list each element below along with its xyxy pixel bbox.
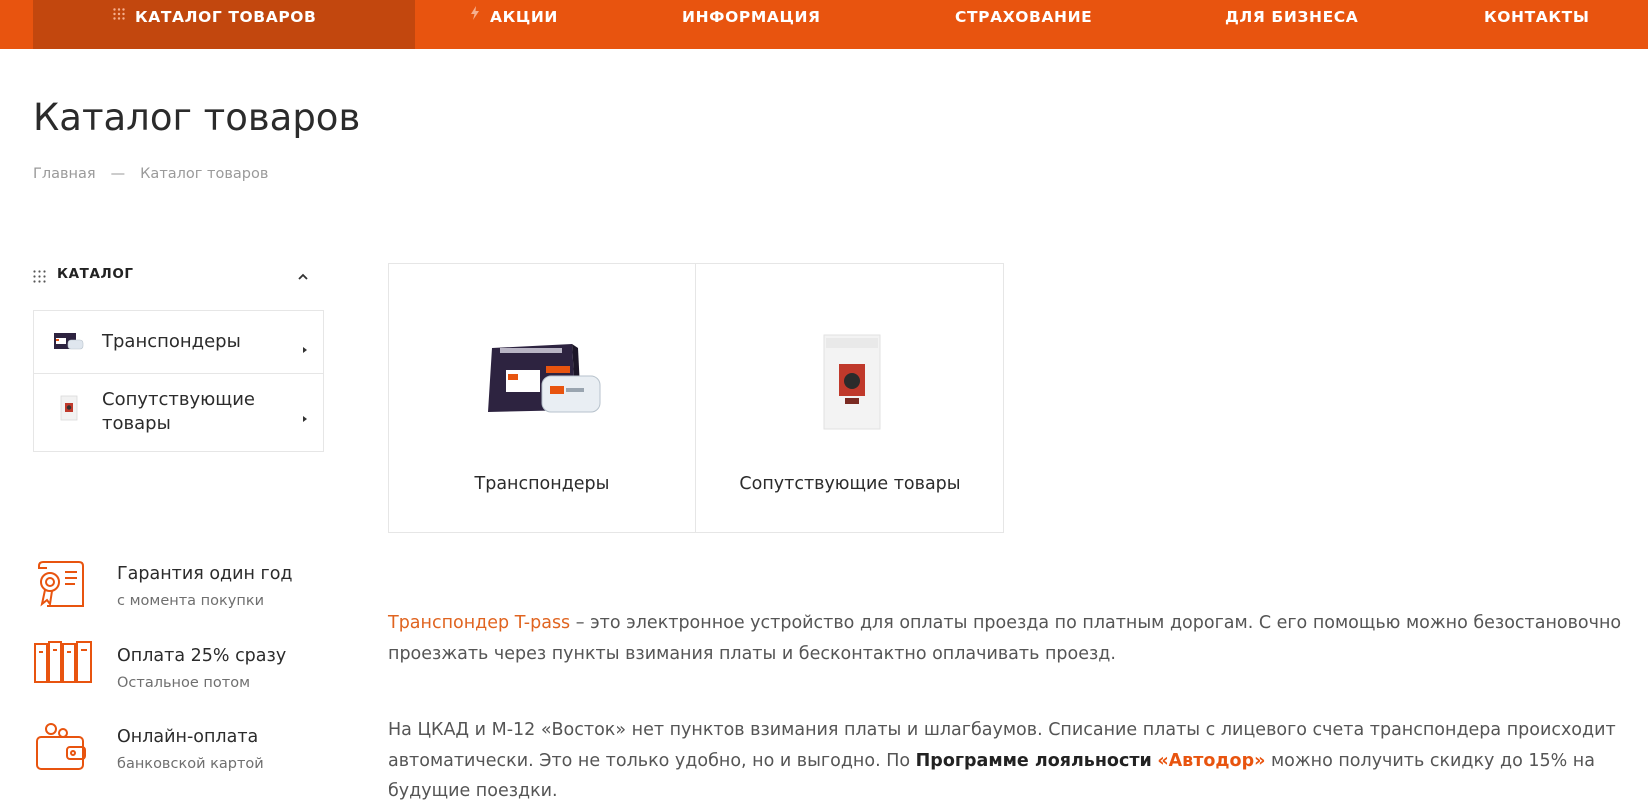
transponder-tpass-link[interactable]: Транспондер T-pass	[388, 613, 570, 633]
description-paragraph-1: Транспондер T-pass – это электронное уст…	[388, 608, 1628, 669]
books-icon	[33, 640, 95, 690]
nav-catalog-label: КАТАЛОГ ТОВАРОВ	[135, 8, 317, 26]
nav-promotions-label: АКЦИИ	[490, 8, 558, 26]
caret-right-icon	[302, 408, 308, 427]
breadcrumb-separator: —	[110, 166, 126, 182]
sidebar-catalog-title: КАТАЛОГ	[57, 266, 134, 282]
category-card-transponders[interactable]: Транспондеры	[389, 264, 696, 532]
benefit-subtitle: Остальное потом	[117, 675, 251, 691]
description-paragraph-2: На ЦКАД и М-12 «Восток» нет пунктов взим…	[388, 715, 1628, 801]
transponder-thumbnail	[54, 332, 84, 354]
breadcrumb: Главная — Каталог товаров	[33, 166, 268, 182]
product-category-grid: Транспондеры Сопутствующие товары	[388, 263, 1004, 533]
nav-promotions[interactable]: АКЦИИ	[470, 0, 558, 35]
caret-right-icon	[302, 339, 308, 358]
benefit-online-payment: Онлайн-оплата банковской картой	[33, 721, 333, 781]
page-title: Каталог товаров	[33, 96, 361, 139]
avtodor-link[interactable]: «Автодор»	[1157, 751, 1265, 771]
nav-contacts[interactable]: КОНТАКТЫ	[1484, 0, 1590, 35]
accessory-thumbnail	[60, 395, 78, 425]
benefit-subtitle: банковской картой	[117, 756, 264, 772]
sidebar-item-label: Сопутствующие товары	[102, 388, 255, 436]
grid-icon	[33, 268, 46, 287]
top-navigation: КАТАЛОГ ТОВАРОВ АКЦИИ ИНФОРМАЦИЯ СТРАХОВ…	[0, 0, 1648, 49]
breadcrumb-current: Каталог товаров	[140, 166, 269, 182]
wallet-icon	[33, 721, 89, 777]
benefit-title: Гарантия один год	[117, 564, 293, 584]
accessory-pouch-image	[823, 334, 883, 434]
chevron-up-icon[interactable]	[297, 267, 309, 286]
category-card-accessories[interactable]: Сопутствующие товары	[697, 264, 1003, 532]
transponder-box-image	[486, 340, 602, 420]
sidebar-item-accessories[interactable]: Сопутствующие товары	[34, 375, 323, 451]
nav-catalog[interactable]: КАТАЛОГ ТОВАРОВ	[113, 0, 316, 35]
sidebar-item-label: Транспондеры	[102, 331, 241, 352]
sidebar-catalog-list: Транспондеры Сопутствующие товары	[33, 310, 324, 452]
grid-icon	[113, 0, 125, 33]
benefit-title: Онлайн-оплата	[117, 727, 259, 747]
loyalty-program-label: Программе лояльности	[915, 750, 1152, 771]
category-card-title: Сопутствующие товары	[739, 474, 961, 494]
lightning-icon	[470, 0, 480, 33]
sidebar-item-label-line1: Сопутствующие	[102, 389, 256, 410]
benefit-subtitle: с момента покупки	[117, 593, 265, 609]
breadcrumb-home[interactable]: Главная	[33, 166, 96, 182]
benefit-warranty: Гарантия один год с момента покупки	[33, 558, 333, 618]
sidebar-catalog-header[interactable]: КАТАЛОГ	[33, 264, 323, 286]
benefit-installment: Оплата 25% сразу Остальное потом	[33, 640, 333, 700]
certificate-icon	[33, 558, 87, 614]
nav-information[interactable]: ИНФОРМАЦИЯ	[682, 0, 821, 35]
description-text: – это электронное устройство для оплаты …	[388, 613, 1622, 664]
category-card-title: Транспондеры	[474, 474, 610, 494]
nav-insurance[interactable]: СТРАХОВАНИЕ	[955, 0, 1092, 35]
benefit-title: Оплата 25% сразу	[117, 646, 287, 666]
nav-business[interactable]: ДЛЯ БИЗНЕСА	[1225, 0, 1358, 35]
sidebar-item-transponders[interactable]: Транспондеры	[34, 311, 323, 374]
sidebar-item-label-line2: товары	[102, 413, 171, 434]
